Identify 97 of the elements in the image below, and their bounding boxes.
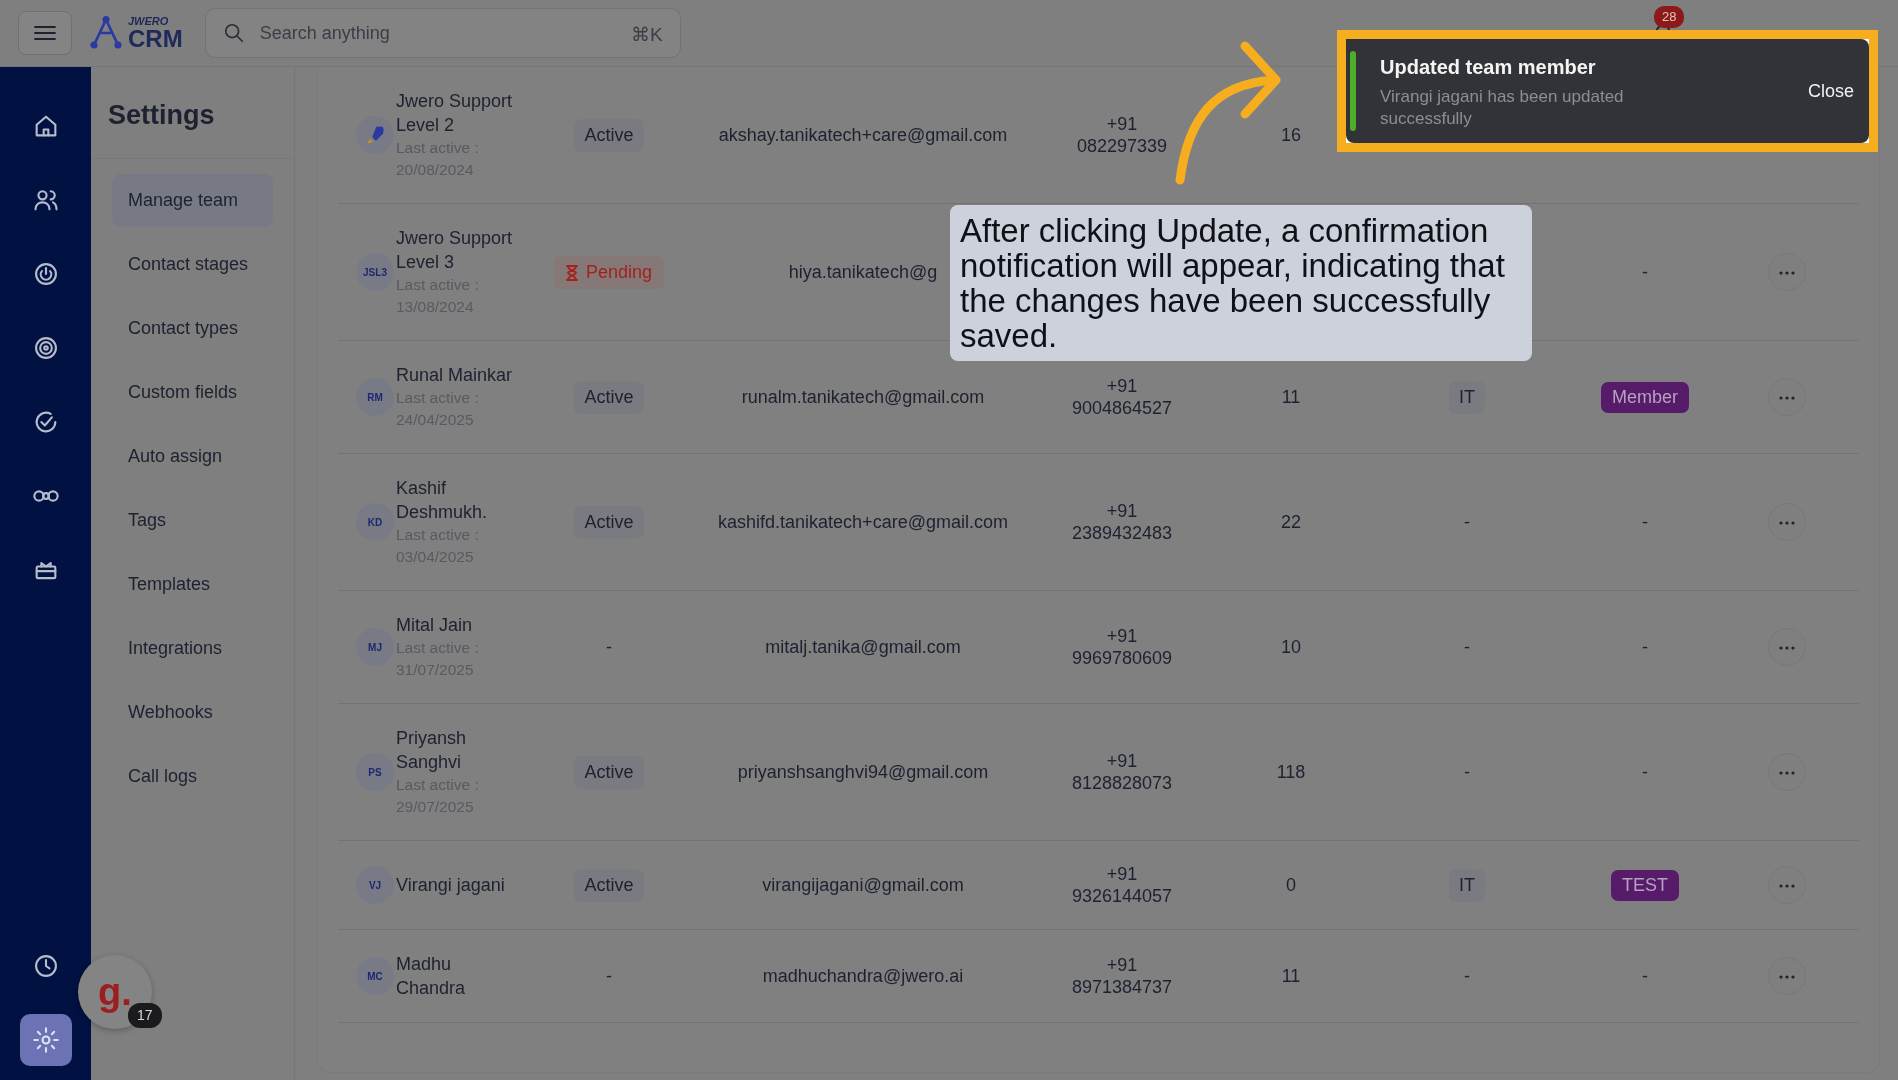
avatar: MJ (356, 628, 394, 666)
status-badge: Active (574, 868, 644, 902)
search-icon (222, 22, 245, 44)
settings-menu-item[interactable]: Call logs (112, 749, 214, 803)
avatar: JSL3 (356, 253, 394, 291)
email-text: kashifd.tanikatech+care@gmail.com (718, 511, 1008, 532)
member-name: Priyansh Sanghvi (396, 727, 468, 774)
email-text: akshay.tanikatech+care@gmail.com (718, 124, 1008, 145)
email-text: virangijagani@gmail.com (762, 874, 964, 895)
hourglass-icon (565, 264, 578, 281)
settings-title: Settings (91, 67, 294, 159)
settings-icon (31, 1026, 60, 1054)
phone-code-text: +91 (1105, 113, 1139, 135)
avatar: RM (356, 378, 394, 416)
more-icon (1779, 270, 1795, 275)
settings-menu-item[interactable]: Custom fields (112, 365, 254, 419)
role-text: - (1642, 761, 1648, 782)
status-text: - (606, 965, 612, 986)
count-text: 10 (1281, 636, 1301, 657)
role-text: - (1642, 261, 1648, 282)
more-icon (1779, 770, 1795, 775)
count-text: 118 (1276, 761, 1306, 782)
phone-number-text: 082297339 (1075, 135, 1169, 157)
settings-menu-item[interactable]: Templates (112, 557, 227, 611)
team-text: - (1464, 636, 1470, 657)
team-text: - (1464, 761, 1470, 782)
status-badge: Active (574, 755, 644, 789)
logo-text: JWERO (128, 15, 170, 27)
role-text: - (1642, 636, 1648, 657)
avatar: VJ (356, 866, 394, 904)
toast-title: Updated team member (1380, 55, 1597, 80)
email-text: madhuchandra@jwero.ai (762, 965, 964, 986)
toast-message: Virangi jagani has been updated successfully (1380, 86, 1625, 130)
count-text: 11 (1281, 386, 1301, 407)
role-badge: TEST (1611, 869, 1679, 901)
member-name: Runal Mainkar (396, 364, 514, 387)
count-text: 16 (1281, 124, 1301, 145)
phone-code-text: +91 (1105, 750, 1139, 772)
member-name: Jwero Support Level 2 (396, 90, 514, 137)
phone-number-text: 9969780609 (1070, 647, 1174, 669)
phone-code-text: +91 (1105, 863, 1139, 885)
avatar: PS (356, 753, 394, 791)
role-text: - (1642, 965, 1648, 986)
phone-code-text: +91 (1105, 625, 1139, 647)
status-badge: Active (574, 380, 644, 414)
count-text: 0 (1286, 874, 1296, 895)
tutorial-callout: After clicking Update, a confirmation notification will appear, indicating that the changes have been successfully saved. (950, 205, 1532, 361)
member-name: Mital Jain (396, 614, 474, 637)
member-name: Madhu Chandra (396, 953, 467, 1000)
phone-number-text: 8128828073 (1070, 772, 1174, 794)
email-text: hiya.tanikatech@g (788, 261, 938, 282)
phone-code-text: +91 (1105, 954, 1139, 976)
role-text: - (1642, 511, 1648, 532)
status-badge: Pending (553, 255, 665, 289)
logo-text: CRM (128, 26, 183, 51)
email-text: runalm.tanikatech@gmail.com (741, 386, 985, 407)
settings-menu-item[interactable]: Contact types (112, 301, 255, 355)
status-text: - (606, 636, 612, 657)
more-icon (1779, 645, 1795, 650)
settings-menu-item[interactable]: Integrations (112, 621, 239, 675)
email-text: mitalj.tanika@gmail.com (765, 636, 961, 657)
team-text: - (1464, 965, 1470, 986)
member-name: Jwero Support Level 3 (396, 227, 514, 274)
email-text: priyanshsanghvi94@gmail.com (737, 761, 989, 782)
phone-code-text: +91 (1105, 375, 1139, 397)
member-name: Virangi jagani (396, 874, 506, 897)
count-text: 11 (1281, 965, 1301, 986)
team-text: - (1464, 511, 1470, 532)
sidebar-nav-button[interactable] (19, 1014, 72, 1066)
more-icon (1779, 974, 1795, 979)
phone-number-text: 2389432483 (1070, 522, 1174, 544)
more-icon (1779, 395, 1795, 400)
phone-number-text: 9004864527 (1070, 397, 1174, 419)
menu-icon (33, 25, 57, 41)
phone-number-text: 8971384737 (1070, 976, 1174, 998)
notification-badge: 28 (1654, 6, 1685, 28)
team-badge: IT (1449, 868, 1485, 902)
status-badge: Active (574, 118, 644, 152)
close-button[interactable]: Close (1792, 77, 1869, 105)
count-text: 22 (1281, 511, 1301, 532)
role-badge: Member (1601, 381, 1689, 413)
avatar: MC (356, 957, 394, 995)
phone-number-text: 9326144057 (1070, 885, 1174, 907)
settings-menu-item[interactable]: Manage team (112, 173, 273, 227)
more-icon (1779, 883, 1795, 888)
member-name: Kashif Deshmukh. (396, 477, 489, 524)
menu-button[interactable] (18, 11, 72, 55)
avatar: KD (356, 503, 394, 541)
settings-menu-item[interactable]: Webhooks (112, 685, 229, 739)
settings-menu-item[interactable]: Contact stages (112, 237, 265, 291)
settings-menu-item[interactable]: Auto assign (112, 429, 239, 483)
more-icon (1779, 520, 1795, 525)
shortcut-hint: ⌘K (630, 23, 663, 47)
status-badge: Active (574, 505, 644, 539)
phone-code-text: +91 (1105, 500, 1139, 522)
settings-menu-item[interactable]: Tags (112, 493, 183, 547)
team-badge: IT (1449, 380, 1485, 414)
